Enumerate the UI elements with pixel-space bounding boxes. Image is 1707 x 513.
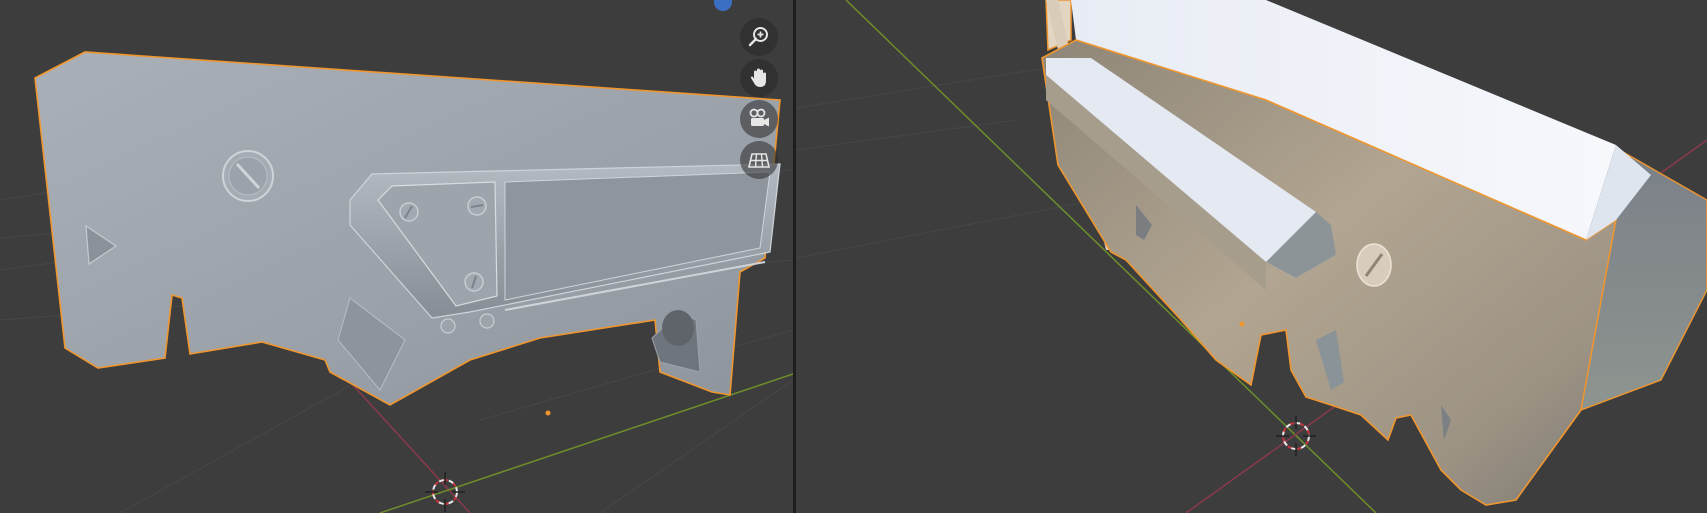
zoom-button[interactable]	[740, 18, 778, 56]
object-origin	[545, 410, 551, 416]
viewport-left-canvas[interactable]	[0, 0, 793, 513]
y-axis-line	[379, 373, 793, 513]
3d-cursor[interactable]	[425, 472, 465, 512]
selected-mesh-object[interactable]	[34, 51, 781, 406]
selected-mesh-object-right[interactable]	[1041, 0, 1707, 506]
camera-view-button[interactable]	[740, 100, 778, 138]
object-origin-right	[1239, 321, 1245, 327]
camera-icon	[749, 108, 769, 127]
navigation-gizmo	[740, 18, 780, 179]
grid-ortho-icon	[747, 153, 771, 168]
hand-pan-icon	[750, 68, 766, 87]
zoom-icon	[748, 27, 768, 47]
pan-button[interactable]	[740, 59, 778, 97]
viewport-right-canvas[interactable]	[796, 0, 1707, 513]
3d-viewport-left[interactable]	[0, 0, 793, 513]
blender-window	[0, 0, 1707, 513]
3d-viewport-right[interactable]	[796, 0, 1707, 513]
ortho-toggle-button[interactable]	[740, 141, 778, 179]
